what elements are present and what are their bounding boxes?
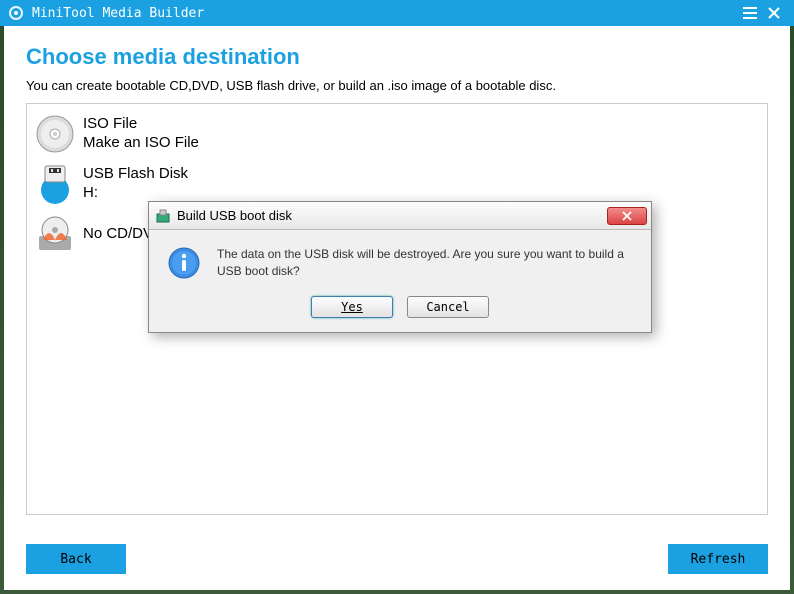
dialog-button-row: Yes Cancel	[149, 290, 651, 332]
footer-buttons: Back Refresh	[26, 544, 768, 574]
titlebar: MiniTool Media Builder	[0, 0, 794, 26]
close-icon[interactable]	[762, 1, 786, 25]
dialog-message: The data on the USB disk will be destroy…	[217, 246, 633, 280]
dialog-close-button[interactable]	[607, 207, 647, 225]
disc-iso-icon	[33, 112, 77, 156]
cancel-button[interactable]: Cancel	[407, 296, 489, 318]
confirm-dialog: Build USB boot disk The data on the USB …	[148, 201, 652, 333]
dialog-title: Build USB boot disk	[177, 208, 292, 223]
menu-icon[interactable]	[738, 1, 762, 25]
option-iso-file[interactable]: ISO File Make an ISO File	[33, 109, 761, 159]
option-text: ISO File Make an ISO File	[83, 115, 199, 153]
usb-disk-icon	[33, 162, 77, 206]
cd-burner-icon	[33, 212, 77, 256]
page-heading: Choose media destination	[26, 44, 768, 70]
info-icon	[167, 246, 201, 280]
dialog-app-icon	[155, 208, 171, 224]
yes-button[interactable]: Yes	[311, 296, 393, 318]
dialog-titlebar[interactable]: Build USB boot disk	[149, 202, 651, 230]
option-text: USB Flash Disk H:	[83, 165, 188, 203]
back-button[interactable]: Back	[26, 544, 126, 574]
app-icon	[8, 5, 24, 21]
refresh-button[interactable]: Refresh	[668, 544, 768, 574]
app-title: MiniTool Media Builder	[32, 6, 204, 21]
page-subheading: You can create bootable CD,DVD, USB flas…	[26, 78, 768, 93]
dialog-body: The data on the USB disk will be destroy…	[149, 230, 651, 290]
